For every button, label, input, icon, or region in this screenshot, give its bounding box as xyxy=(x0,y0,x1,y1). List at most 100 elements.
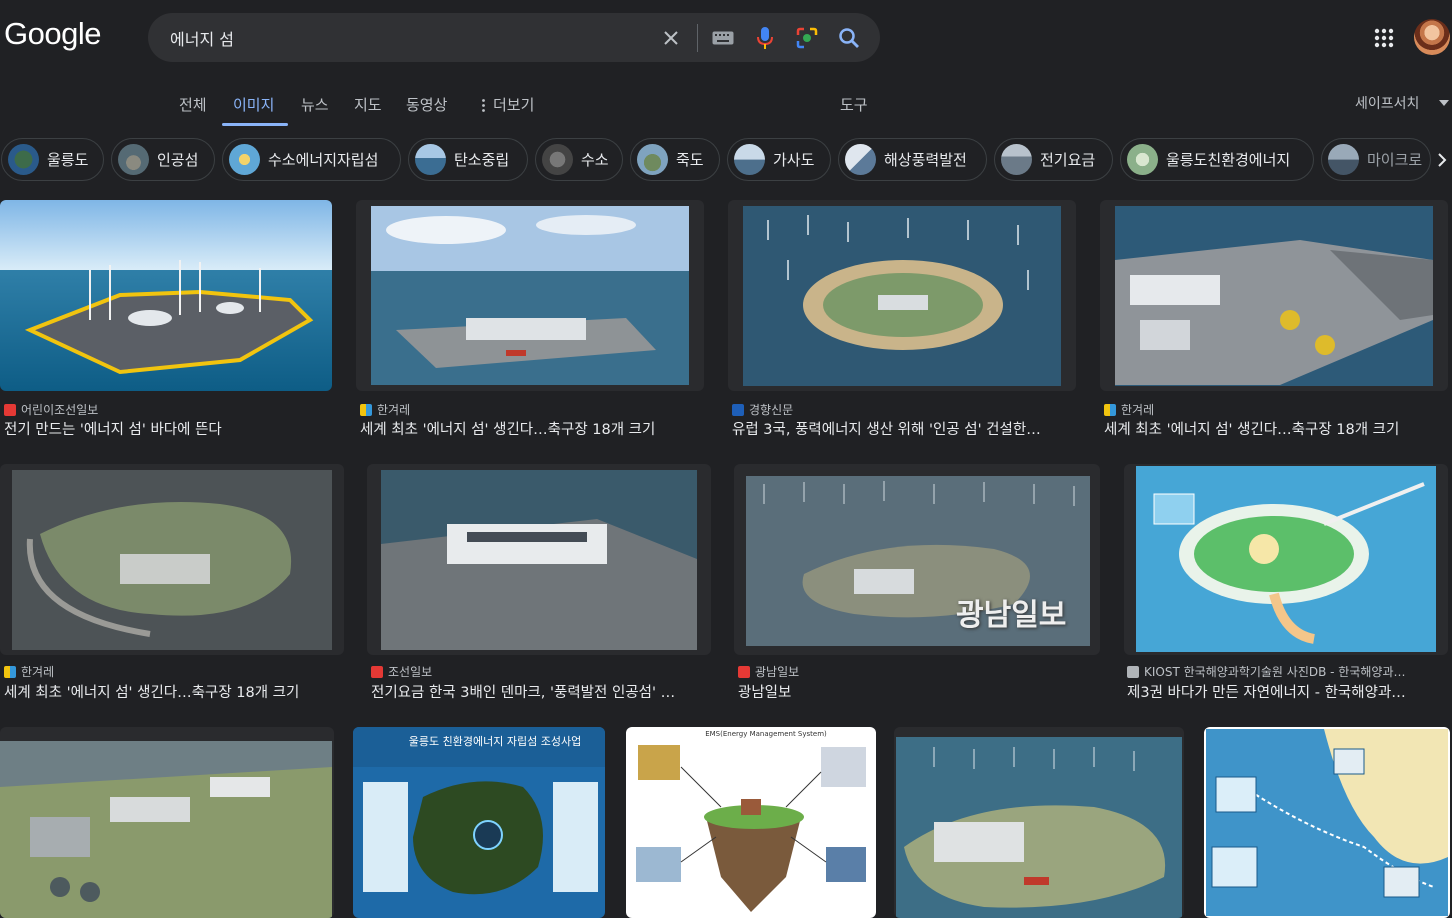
source-favicon-icon xyxy=(371,665,383,678)
source-favicon-icon xyxy=(738,665,750,678)
source-favicon-icon xyxy=(1104,403,1116,416)
chip-thumbnail xyxy=(734,144,765,175)
keyboard-icon[interactable] xyxy=(710,25,736,51)
chip-label: 전기요금 xyxy=(1040,151,1096,169)
chip-ulleungdo[interactable]: 울릉도 xyxy=(1,138,104,181)
chip-artificial-island[interactable]: 인공섬 xyxy=(111,138,215,181)
avatar[interactable] xyxy=(1414,19,1450,55)
result-source: KIOST 한국해양과학기술원 사진DB - 한국해양과… xyxy=(1144,665,1406,679)
chip-ulleungdo-eco-energy[interactable]: 울릉도친환경에너지 xyxy=(1120,138,1314,181)
result-title[interactable]: 세계 최초 '에너지 섬' 생긴다…축구장 18개 크기 xyxy=(1104,418,1448,439)
source-favicon-icon xyxy=(1127,665,1139,678)
chip-electricity-rate[interactable]: 전기요금 xyxy=(994,138,1113,181)
chip-label: 가사도 xyxy=(773,151,815,169)
chip-gasado[interactable]: 가사도 xyxy=(727,138,831,181)
result-title[interactable]: 유럽 3국, 풍력에너지 생산 위해 '인공 섬' 건설한… xyxy=(732,418,1076,439)
lens-icon[interactable] xyxy=(794,25,820,51)
result-thumbnail[interactable] xyxy=(894,727,1184,918)
result-thumbnail[interactable] xyxy=(1100,200,1448,391)
result-source-row: 어린이조선일보 xyxy=(4,401,334,418)
chip-label: 수소 xyxy=(581,151,609,169)
source-favicon-icon xyxy=(4,665,16,678)
chip-label: 마이크로 xyxy=(1367,151,1423,169)
result-thumbnail[interactable] xyxy=(0,464,344,655)
search-box[interactable]: 에너지 섬 xyxy=(148,13,880,62)
result-thumbnail[interactable] xyxy=(367,464,711,655)
source-favicon-icon xyxy=(4,403,16,416)
result-source-row: 한겨레 xyxy=(1104,401,1448,418)
result-thumbnail[interactable]: 광남일보 xyxy=(734,464,1100,655)
chevron-right-icon[interactable] xyxy=(1432,148,1452,172)
source-favicon-icon xyxy=(360,403,372,416)
result-source: 한겨레 xyxy=(1121,403,1155,417)
result-title[interactable]: 전기 만드는 '에너지 섬' 바다에 뜬다 xyxy=(4,418,334,439)
result-thumbnail[interactable] xyxy=(1204,727,1450,918)
chip-thumbnail xyxy=(845,144,876,175)
ulleungdo-project-title: 울릉도 친환경에너지 자립섬 조성사업 xyxy=(409,735,581,748)
tab-maps[interactable]: 지도 xyxy=(354,94,382,115)
chip-label: 죽도 xyxy=(676,151,704,169)
result-source: 광남일보 xyxy=(755,665,800,679)
ems-diagram-title: EMS(Energy Management System) xyxy=(705,730,827,738)
related-search-chips: 울릉도 인공섬 수소에너지자립섬 탄소중립 수소 죽도 가사도 해상풍력발전 전… xyxy=(0,138,1452,182)
result-source-row: 조선일보 xyxy=(371,663,711,680)
search-divider xyxy=(697,24,698,52)
chip-thumbnail xyxy=(8,144,39,175)
clear-icon[interactable] xyxy=(658,25,684,51)
chip-thumbnail xyxy=(118,144,149,175)
chip-label: 수소에너지자립섬 xyxy=(268,151,379,169)
result-source-row: KIOST 한국해양과학기술원 사진DB - 한국해양과… xyxy=(1127,663,1447,680)
chip-thumbnail xyxy=(229,144,260,175)
chip-offshore-wind[interactable]: 해상풍력발전 xyxy=(838,138,987,181)
result-source: 한겨레 xyxy=(21,665,55,679)
result-title[interactable]: 제3권 바다가 만든 자연에너지 - 한국해양과… xyxy=(1127,681,1447,702)
chip-micro[interactable]: 마이크로 xyxy=(1321,138,1431,181)
chip-thumbnail xyxy=(1001,144,1032,175)
chip-label: 탄소중립 xyxy=(454,151,510,169)
active-tab-indicator xyxy=(222,123,288,126)
result-thumbnail[interactable]: 울릉도 친환경에너지 자립섬 조성사업 xyxy=(353,727,605,918)
chip-thumbnail xyxy=(637,144,668,175)
result-source-row: 한겨레 xyxy=(4,663,344,680)
chip-thumbnail xyxy=(542,144,573,175)
result-source-row: 광남일보 xyxy=(738,663,1098,680)
result-title[interactable]: 광남일보 xyxy=(738,681,1098,702)
tab-more[interactable]: 더보기 xyxy=(482,94,534,115)
search-icon[interactable] xyxy=(836,25,862,51)
chip-thumbnail xyxy=(1328,144,1359,175)
result-thumbnail[interactable] xyxy=(0,200,332,391)
result-thumbnail[interactable] xyxy=(0,727,334,918)
apps-grid-icon[interactable] xyxy=(1372,26,1396,50)
chip-hydrogen-island[interactable]: 수소에너지자립섬 xyxy=(222,138,401,181)
chip-label: 울릉도 xyxy=(47,151,89,169)
result-title[interactable]: 세계 최초 '에너지 섬' 생긴다…축구장 18개 크기 xyxy=(360,418,704,439)
chip-hydrogen[interactable]: 수소 xyxy=(535,138,623,181)
result-source: 조선일보 xyxy=(388,665,433,679)
microphone-icon[interactable] xyxy=(752,25,778,51)
tab-images[interactable]: 이미지 xyxy=(233,94,274,115)
chip-carbon-neutral[interactable]: 탄소중립 xyxy=(408,138,528,181)
watermark-text: 광남일보 xyxy=(956,598,1067,633)
chip-jukdo[interactable]: 죽도 xyxy=(630,138,720,181)
result-title[interactable]: 전기요금 한국 3배인 덴마크, '풍력발전 인공섬' … xyxy=(371,681,711,702)
chip-thumbnail xyxy=(1127,144,1158,175)
tab-tools[interactable]: 도구 xyxy=(840,94,868,115)
result-source: 한겨레 xyxy=(377,403,411,417)
result-thumbnail[interactable]: EMS(Energy Management System) xyxy=(626,727,876,918)
result-thumbnail[interactable] xyxy=(728,200,1076,391)
tab-news[interactable]: 뉴스 xyxy=(301,94,329,115)
chip-thumbnail xyxy=(415,144,446,175)
search-input[interactable]: 에너지 섬 xyxy=(170,26,234,50)
result-source-row: 한겨레 xyxy=(360,401,704,418)
result-source-row: 경향신문 xyxy=(732,401,1076,418)
tab-videos[interactable]: 동영상 xyxy=(406,94,447,115)
result-thumbnail[interactable] xyxy=(1124,464,1448,655)
caret-down-icon[interactable] xyxy=(1439,100,1449,106)
tab-all[interactable]: 전체 xyxy=(179,94,207,115)
tab-more-label: 더보기 xyxy=(493,96,535,114)
safesearch-menu[interactable]: 세이프서치 xyxy=(1355,93,1419,113)
google-logo[interactable]: Google xyxy=(4,16,101,52)
result-title[interactable]: 세계 최초 '에너지 섬' 생긴다…축구장 18개 크기 xyxy=(4,681,344,702)
result-thumbnail[interactable] xyxy=(356,200,704,391)
result-source: 어린이조선일보 xyxy=(21,403,99,417)
